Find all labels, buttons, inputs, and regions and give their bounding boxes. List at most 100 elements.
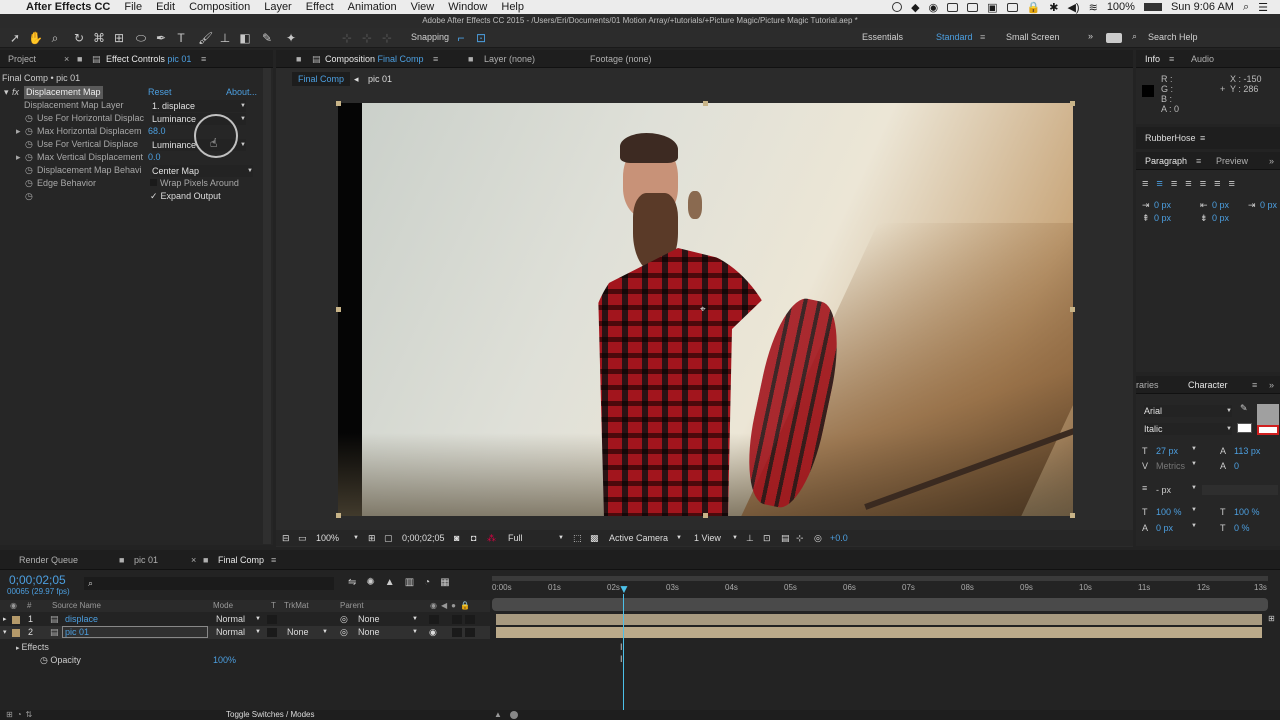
solo-toggle[interactable] (452, 628, 462, 637)
preserve-transparency-toggle[interactable] (267, 615, 277, 624)
twirl-down-icon[interactable]: ▾ (3, 626, 7, 639)
status-icon[interactable] (892, 2, 903, 12)
tab-final-comp[interactable]: Final Comp (218, 550, 264, 570)
font-family-dropdown[interactable]: Arial (1144, 405, 1232, 417)
stopwatch-icon[interactable]: ◷ (25, 112, 33, 125)
work-area-bar[interactable] (492, 576, 1268, 581)
effects-group[interactable]: ▸ Effects (16, 641, 49, 655)
workspace-small-screen[interactable]: Small Screen (1006, 32, 1060, 42)
toggle-switches-modes[interactable]: Toggle Switches / Modes (226, 710, 315, 719)
toggle-pixel-icon[interactable]: ⊥ (746, 530, 754, 546)
max-vertical-value[interactable]: 0.0 (148, 151, 161, 164)
justify-right-icon[interactable]: ≡ (1214, 178, 1228, 190)
tsume-value[interactable]: 0 % (1234, 523, 1250, 533)
menu-view[interactable]: View (411, 1, 435, 13)
workspace-standard[interactable]: Standard (936, 32, 973, 42)
mask-visibility-icon[interactable]: ▢ (384, 530, 393, 546)
app-menu[interactable]: After Effects CC (26, 1, 110, 13)
zoom-out-icon[interactable]: ▲ (494, 710, 502, 719)
monitor-icon[interactable] (1006, 2, 1018, 12)
tab-info[interactable]: Info (1145, 50, 1160, 68)
comp-mini-flowchart-icon[interactable]: ⇋ (348, 577, 366, 588)
menu-animation[interactable]: Animation (348, 1, 397, 13)
justify-all-icon[interactable]: ≡ (1229, 178, 1243, 190)
tab-footage[interactable]: Footage (none) (590, 50, 652, 68)
screen-icon[interactable] (967, 2, 979, 12)
trkmat-dropdown[interactable]: None (287, 626, 309, 639)
workspace-essentials[interactable]: Essentials (862, 32, 903, 42)
camera-dropdown[interactable]: Active Camera (609, 530, 668, 546)
crumb-pic01[interactable]: pic 01 (368, 72, 392, 86)
transform-handle[interactable] (336, 101, 341, 106)
exposure-value[interactable]: +0.0 (830, 530, 848, 546)
layer-row-2[interactable]: ▾ 2 ▤ pic 01 Normal ▼ None ▼ ◎ None ▼ ◉ (0, 626, 490, 639)
pan-behind-tool-icon[interactable]: ⊞ (112, 31, 126, 45)
crumb-final-comp[interactable]: Final Comp (292, 72, 351, 86)
motion-blur-icon[interactable]: ◔ (424, 577, 440, 588)
draft-3d-icon[interactable]: ✺ (366, 577, 384, 588)
spotlight-icon[interactable]: ⌕ (1243, 1, 1249, 14)
opacity-value[interactable]: 100% (213, 654, 236, 666)
current-time[interactable]: 0;00;02;05 (9, 573, 66, 587)
roto-brush-tool-icon[interactable]: ✎ (260, 31, 274, 45)
notifications-icon[interactable]: ☰ (1258, 1, 1268, 14)
camera-icon[interactable] (947, 2, 959, 12)
fx-icon[interactable]: fx (12, 86, 19, 99)
transform-handle[interactable] (1070, 307, 1075, 312)
axis-local-icon[interactable]: ⊹ (340, 31, 354, 45)
resolution-dropdown[interactable]: Full (508, 530, 523, 546)
composition-frame[interactable]: ⌖ (338, 103, 1073, 516)
layer-bar-2[interactable] (496, 627, 1262, 638)
stopwatch-icon[interactable]: ◷ (25, 164, 33, 177)
snapping-options-icon[interactable]: ⊡ (474, 31, 488, 45)
stopwatch-icon[interactable]: ◷ (25, 190, 33, 203)
transform-handle[interactable] (703, 101, 708, 106)
col-source-name[interactable]: Source Name (52, 600, 101, 612)
timeline-navigator[interactable] (492, 598, 1268, 611)
tab-rubberhose[interactable]: RubberHose (1145, 133, 1196, 143)
fast-previews-icon[interactable]: ⊡ (763, 530, 771, 546)
panel-menu-icon[interactable]: ≡ (1200, 133, 1205, 143)
stroke-width-value[interactable]: - px (1156, 485, 1171, 495)
kerning-value[interactable]: Metrics (1156, 461, 1185, 471)
fill-color-swatch[interactable] (1257, 404, 1279, 426)
exposure-reset-icon[interactable]: ◎ (814, 530, 822, 546)
about-link[interactable]: About... (226, 86, 257, 99)
snapshot-icon[interactable]: ◙ (454, 530, 459, 546)
tab-audio[interactable]: Audio (1191, 50, 1214, 68)
camera-tool-icon[interactable]: ⌘ (92, 31, 106, 45)
panel-menu-icon[interactable]: ≡ (271, 550, 276, 570)
ellipse-tool-icon[interactable]: ⬭ (134, 31, 148, 45)
snapping-toggle-icon[interactable]: ⌐ (454, 31, 468, 45)
eyedropper-icon[interactable]: ✎ (1240, 403, 1248, 414)
preserve-transparency-toggle[interactable] (267, 628, 277, 637)
safe-zones-icon[interactable]: ⊞ (368, 530, 376, 546)
battery-icon[interactable] (1143, 3, 1162, 11)
fill-swatch-white[interactable] (1237, 423, 1252, 433)
panel-overflow-icon[interactable]: » (1269, 376, 1274, 394)
timeline-icon[interactable]: ▤ (781, 530, 790, 546)
align-center-icon[interactable]: ≡ (1156, 178, 1170, 190)
transparency-grid-icon[interactable]: ▩ (590, 530, 599, 546)
tab-project[interactable]: Project (8, 50, 36, 68)
twirl-right-icon[interactable]: ▸ (3, 613, 7, 626)
always-preview-icon[interactable]: ⊟ (282, 530, 290, 546)
volume-icon[interactable]: ◀) (1067, 1, 1079, 14)
pickwhip-icon[interactable]: ◎ (340, 626, 348, 639)
font-style-dropdown[interactable]: Italic (1144, 423, 1232, 435)
zoom-dropdown[interactable]: 100% (316, 530, 339, 546)
twirl-right-icon[interactable]: ▸ (16, 125, 21, 138)
vertical-scale-value[interactable]: 100 % (1156, 507, 1182, 517)
lock-icon[interactable]: ■ (296, 50, 301, 68)
baseline-shift-value[interactable]: 0 px (1156, 523, 1173, 533)
workspace-sync-icon[interactable] (1106, 33, 1122, 43)
scrollbar[interactable] (263, 68, 271, 544)
lock-icon[interactable]: 🔒 (1027, 1, 1041, 14)
lock-toggle[interactable] (465, 615, 475, 624)
solo-toggle[interactable] (452, 615, 462, 624)
panel-overflow-icon[interactable]: » (1269, 152, 1274, 170)
wrap-pixels-checkbox[interactable]: Wrap Pixels Around (150, 177, 239, 190)
tab-effect-controls[interactable]: Effect Controls pic 01 (106, 50, 191, 68)
displacement-layer-dropdown[interactable]: 1. displace (152, 100, 246, 112)
clone-stamp-tool-icon[interactable]: ⊥ (218, 31, 232, 45)
